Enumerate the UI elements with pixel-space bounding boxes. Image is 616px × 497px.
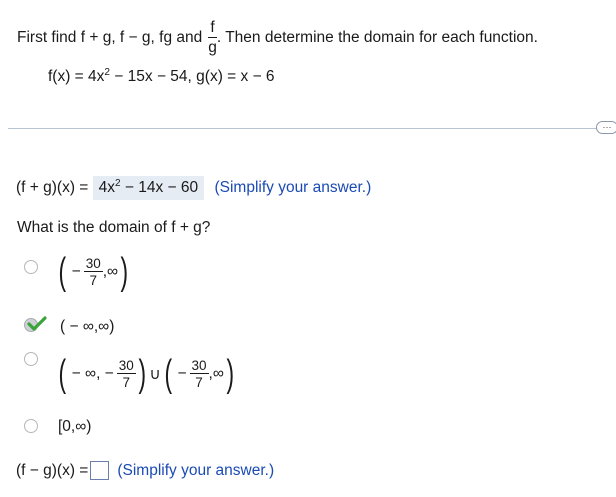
- option-a-radio[interactable]: [24, 260, 38, 274]
- left-paren: (: [58, 251, 67, 293]
- intro-text-before: First find f + g, f − g, fg and: [17, 28, 203, 46]
- fraction-numerator: 30: [83, 255, 103, 272]
- option-a-label[interactable]: ( − 30 7 ,∞ ): [56, 253, 131, 291]
- f-over-g-fraction: f g: [208, 20, 217, 55]
- interval-head: − ∞, −: [71, 365, 114, 382]
- fraction-numerator: 30: [189, 357, 209, 374]
- interval-tail: ,∞: [102, 263, 119, 280]
- right-paren: ): [226, 353, 235, 395]
- fraction-numerator: 30: [116, 357, 136, 374]
- option-d-radio[interactable]: [24, 419, 38, 433]
- right-paren: ): [138, 353, 146, 395]
- fraction-30-over-7: 30 7: [83, 255, 103, 288]
- simplify-hint: (Simplify your answer.): [214, 179, 372, 196]
- sum-function-label: (f + g)(x) =: [16, 179, 93, 196]
- sum-function-row: (f + g)(x) = 4x2 − 14x − 60 (Simplify yo…: [16, 176, 371, 200]
- fraction-denominator: 7: [89, 273, 97, 288]
- difference-function-row: (f − g)(x) = (Simplify your answer.): [16, 461, 274, 480]
- intro-text-after: . Then determine the domain for each fun…: [216, 28, 538, 46]
- minus-sign: −: [71, 263, 81, 280]
- given-functions-rest: − 15x − 54, g(x) = x − 6: [109, 68, 275, 85]
- fraction-30-over-7: 30 7: [116, 357, 136, 390]
- simplify-hint: (Simplify your answer.): [117, 461, 275, 479]
- fraction-numerator: f: [208, 19, 217, 38]
- difference-answer-input[interactable]: [90, 461, 110, 480]
- option-c-radio[interactable]: [24, 352, 38, 366]
- more-options-button[interactable]: ···: [596, 121, 616, 134]
- given-functions: f(x) = 4x2 − 15x − 54, g(x) = x − 6: [48, 68, 275, 86]
- fraction-30-over-7: 30 7: [189, 357, 209, 390]
- union-symbol: ∪: [149, 365, 161, 383]
- sum-function-answer[interactable]: 4x2 − 14x − 60: [92, 176, 205, 200]
- given-f-prefix: f(x) = 4x: [48, 68, 105, 85]
- section-divider: [8, 128, 598, 129]
- option-b-label[interactable]: ( − ∞,∞): [60, 318, 114, 336]
- interval-tail: ,∞: [208, 365, 224, 382]
- right-paren: ): [120, 251, 129, 293]
- problem-statement: First find f + g, f − g, fg and f g . Th…: [17, 20, 538, 55]
- minus-sign: −: [177, 365, 187, 382]
- fraction-denominator: 7: [195, 375, 203, 390]
- left-paren: (: [58, 353, 67, 395]
- answer-prefix: 4x: [98, 179, 116, 196]
- correct-check-icon: [27, 316, 47, 331]
- fraction-denominator: 7: [122, 375, 130, 390]
- domain-question: What is the domain of f + g?: [17, 219, 211, 236]
- fraction-denominator: g: [208, 38, 217, 56]
- option-d-label[interactable]: [0,∞): [58, 418, 91, 436]
- left-paren: (: [164, 353, 172, 395]
- option-c-label[interactable]: ( − ∞, − 30 7 ) ∪ ( − 30 7 ,∞ ): [56, 355, 237, 393]
- answer-rest: − 14x − 60: [120, 179, 199, 196]
- difference-function-label: (f − g)(x) =: [16, 461, 89, 479]
